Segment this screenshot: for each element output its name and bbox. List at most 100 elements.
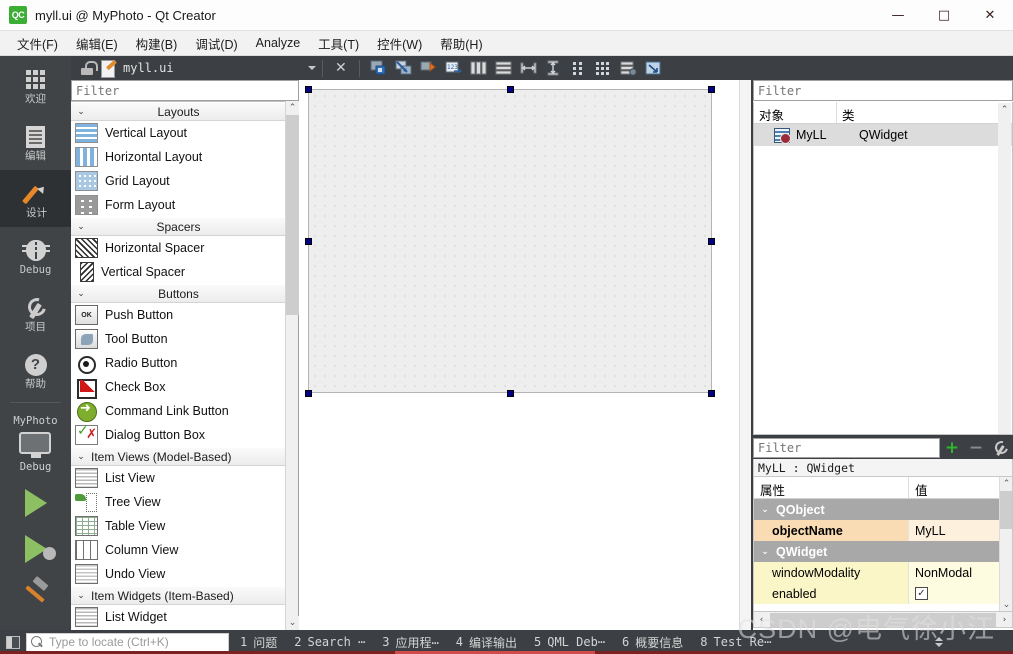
form-widget-mywidget[interactable] xyxy=(308,89,712,393)
layout-in-grid-button[interactable] xyxy=(591,57,616,79)
scroll-down-icon[interactable]: ⌄ xyxy=(286,616,299,630)
layout-vertically-button[interactable] xyxy=(491,57,516,79)
object-inspector-scrollbar[interactable]: ⌃ xyxy=(998,103,1011,434)
widget-item-table-view[interactable]: Table View xyxy=(71,514,286,538)
open-documents-combo[interactable]: myll.ui xyxy=(101,60,316,78)
selection-handle-bottom-right[interactable] xyxy=(708,390,715,397)
property-value[interactable]: NonModal xyxy=(909,562,1012,583)
widget-box-filter-input[interactable] xyxy=(71,80,299,101)
property-row-enabled[interactable]: enabled ✓ xyxy=(754,583,1012,604)
remove-dynamic-property-button[interactable]: − xyxy=(964,437,988,459)
widget-item-list-widget[interactable]: List Widget xyxy=(71,605,286,629)
widget-item-horizontal-layout[interactable]: Horizontal Layout xyxy=(71,145,286,169)
property-value[interactable]: MyLL xyxy=(909,520,1012,541)
output-pane-issues[interactable]: 1 问题 xyxy=(235,632,282,653)
close-document-button[interactable]: ✕ xyxy=(329,60,353,76)
run-button[interactable] xyxy=(0,489,71,517)
widget-item-dialog-button-box[interactable]: Dialog Button Box xyxy=(71,423,286,447)
column-header-value[interactable]: 值 xyxy=(909,477,1012,498)
edit-tab-order-button[interactable]: 123 xyxy=(441,57,466,79)
chevron-down-icon[interactable] xyxy=(935,643,943,647)
scroll-up-icon[interactable]: ⌃ xyxy=(998,103,1011,117)
property-row-objectname[interactable]: objectName MyLL xyxy=(754,520,1012,541)
menu-analyze[interactable]: Analyze xyxy=(247,33,309,53)
scroll-down-icon[interactable]: ⌄ xyxy=(1000,598,1012,611)
selection-handle-top-right[interactable] xyxy=(708,86,715,93)
scroll-left-icon[interactable]: ‹ xyxy=(754,615,769,625)
mode-debug[interactable]: Debug xyxy=(0,227,71,284)
enabled-checkbox[interactable]: ✓ xyxy=(915,587,928,600)
menu-build[interactable]: 构建(B) xyxy=(127,31,187,56)
close-button[interactable]: ✕ xyxy=(967,0,1013,31)
menu-help[interactable]: 帮助(H) xyxy=(431,31,491,56)
menu-edit[interactable]: 编辑(E) xyxy=(67,31,127,56)
selection-handle-mid-right[interactable] xyxy=(708,238,715,245)
widget-box-scrollbar[interactable]: ⌃ ⌄ xyxy=(285,101,299,630)
property-table-horizontal-scrollbar[interactable]: ‹ › xyxy=(753,612,1013,628)
scroll-up-icon[interactable]: ⌃ xyxy=(286,101,299,115)
locator-input[interactable]: Type to locate (Ctrl+K) xyxy=(26,632,229,652)
widget-item-column-view[interactable]: Column View xyxy=(71,538,286,562)
widget-category-item-widgets[interactable]: ⌄ Item Widgets (Item-Based) xyxy=(71,586,286,605)
widget-item-vertical-spacer[interactable]: Vertical Spacer xyxy=(71,260,286,284)
scroll-up-icon[interactable]: ⌃ xyxy=(1000,477,1012,491)
output-pane-test-results[interactable]: 8 Test Re⋯ xyxy=(695,633,776,651)
maximize-button[interactable]: □ xyxy=(921,0,967,31)
property-table-vertical-scrollbar[interactable]: ⌃ ⌄ xyxy=(999,477,1012,611)
start-debugging-button[interactable] xyxy=(0,535,71,563)
property-group-qobject[interactable]: ⌄ QObject xyxy=(754,499,1012,520)
menu-debug[interactable]: 调试(D) xyxy=(186,31,246,56)
selection-handle-mid-left[interactable] xyxy=(305,238,312,245)
widget-item-tool-button[interactable]: Tool Button xyxy=(71,327,286,351)
mode-edit[interactable]: 编辑 xyxy=(0,113,71,170)
widget-item-check-box[interactable]: Check Box xyxy=(71,375,286,399)
property-value[interactable]: ✓ xyxy=(909,583,1012,604)
selection-handle-top-center[interactable] xyxy=(507,86,514,93)
scroll-right-icon[interactable]: › xyxy=(997,615,1012,625)
widget-item-tree-view[interactable]: Tree View xyxy=(71,490,286,514)
minimize-button[interactable]: — xyxy=(875,0,921,31)
selection-handle-top-left[interactable] xyxy=(305,86,312,93)
widget-category-spacers[interactable]: ⌄ Spacers xyxy=(71,217,286,236)
output-pane-nav-buttons[interactable] xyxy=(935,637,943,647)
object-inspector-filter-input[interactable] xyxy=(753,80,1013,101)
build-button[interactable] xyxy=(0,579,71,605)
mode-design[interactable]: 设计 xyxy=(0,170,71,227)
mode-welcome[interactable]: 欢迎 xyxy=(0,56,71,113)
layout-in-form-layout-button[interactable] xyxy=(566,57,591,79)
break-layout-button[interactable] xyxy=(616,57,641,79)
edit-signals-slots-button[interactable] xyxy=(391,57,416,79)
property-group-qwidget[interactable]: ⌄ QWidget xyxy=(754,541,1012,562)
property-row-windowmodality[interactable]: windowModality NonModal xyxy=(754,562,1012,583)
widget-item-push-button[interactable]: OK Push Button xyxy=(71,303,286,327)
widget-item-list-view[interactable]: List View xyxy=(71,466,286,490)
column-header-object[interactable]: 对象 xyxy=(754,102,837,123)
output-pane-compile[interactable]: 4 编译输出 xyxy=(451,632,522,653)
canvas-vertical-scrollbar[interactable] xyxy=(739,80,751,630)
scrollbar-thumb-horizontal[interactable] xyxy=(770,612,996,627)
menu-tools[interactable]: 工具(T) xyxy=(309,31,368,56)
kit-selector[interactable]: MyPhoto Debug xyxy=(0,407,71,473)
selection-handle-bottom-center[interactable] xyxy=(507,390,514,397)
layout-horizontally-in-splitter-button[interactable] xyxy=(516,57,541,79)
output-pane-general[interactable]: 6 概要信息 xyxy=(617,632,688,653)
adjust-size-button[interactable] xyxy=(641,57,666,79)
output-pane-search[interactable]: 2 Search ⋯ xyxy=(289,633,370,651)
mode-help[interactable]: ? 帮助 xyxy=(0,341,71,398)
form-editor-canvas[interactable] xyxy=(299,80,751,630)
menu-file[interactable]: 文件(F) xyxy=(8,31,67,56)
chevron-up-icon[interactable] xyxy=(935,637,943,641)
configure-property-editor-button[interactable] xyxy=(988,437,1012,459)
property-editor-filter-input[interactable] xyxy=(753,438,940,458)
edit-buddies-button[interactable] xyxy=(416,57,441,79)
edit-widgets-button[interactable] xyxy=(366,57,391,79)
widget-item-command-link-button[interactable]: Command Link Button xyxy=(71,399,286,423)
scrollbar-thumb[interactable] xyxy=(286,115,299,315)
output-pane-application[interactable]: 3 应用程⋯ xyxy=(377,632,443,653)
widget-item-horizontal-spacer[interactable]: Horizontal Spacer xyxy=(71,236,286,260)
mode-projects[interactable]: 项目 xyxy=(0,284,71,341)
widget-item-radio-button[interactable]: Radio Button xyxy=(71,351,286,375)
column-header-class[interactable]: 类 xyxy=(837,102,1012,123)
widget-item-undo-view[interactable]: Undo View xyxy=(71,562,286,586)
object-inspector-row[interactable]: MyLL QWidget xyxy=(754,124,1012,146)
